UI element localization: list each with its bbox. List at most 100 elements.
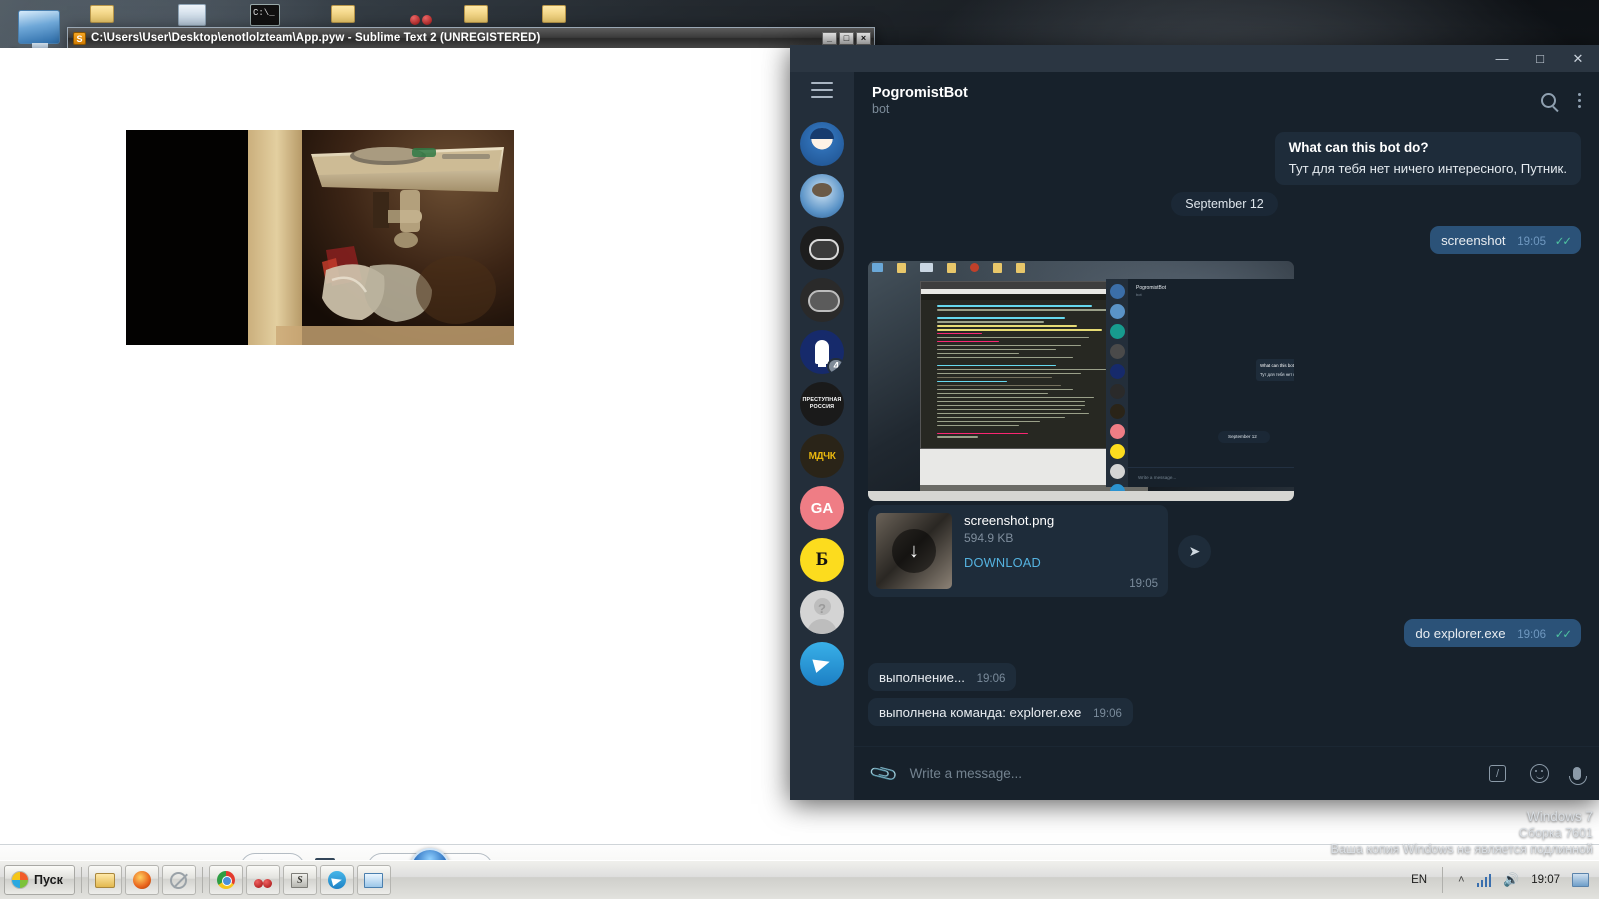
emoji-icon[interactable] xyxy=(1530,764,1549,783)
telegram-main: 4 ПРЕСТУПНАЯ РОССИЯ МДЧК GA Б ? Pogromis… xyxy=(790,72,1599,800)
chat-avatar-b3[interactable]: Б xyxy=(800,538,844,582)
photo-image xyxy=(126,130,514,345)
firefox-icon xyxy=(132,871,151,889)
chat-header-actions[interactable] xyxy=(1541,92,1581,108)
avatar-label: ? xyxy=(818,600,826,616)
chat-avatar-unknown[interactable]: ? xyxy=(800,590,844,634)
close-button[interactable]: ✕ xyxy=(1559,45,1597,72)
explorer-icon xyxy=(94,872,115,888)
desktop-mini-folder-4[interactable] xyxy=(542,5,566,23)
taskbar-divider xyxy=(201,867,203,893)
system-tray[interactable]: EN ˄ 🔊 19:07 xyxy=(1411,867,1595,893)
avatar-label: Б xyxy=(815,549,829,570)
read-receipt-icon: ✓✓ xyxy=(1554,629,1572,641)
minimize-button[interactable]: _ xyxy=(822,31,837,45)
chat-avatar-prestupnaya-rossiya[interactable]: ПРЕСТУПНАЯ РОССИЯ xyxy=(800,382,844,426)
close-button[interactable]: × xyxy=(856,31,871,45)
language-indicator[interactable]: EN xyxy=(1411,874,1427,886)
message-input[interactable]: Write a message... xyxy=(910,766,1475,781)
sublime-app-icon: S xyxy=(73,31,86,45)
composer-actions[interactable]: / xyxy=(1489,764,1587,785)
network-icon[interactable] xyxy=(1476,873,1492,887)
sublime-titlebar[interactable]: S C:\Users\User\Desktop\enotlolzteam\App… xyxy=(68,28,874,48)
telegram-titlebar[interactable]: — □ ✕ xyxy=(790,45,1599,72)
tray-divider xyxy=(1442,867,1444,893)
download-arrow-icon[interactable]: ↓ xyxy=(892,529,936,573)
chat-avatar-mdchk[interactable]: МДЧК xyxy=(800,434,844,478)
minimize-button[interactable]: — xyxy=(1483,45,1521,72)
message-text: do explorer.exe xyxy=(1415,626,1506,641)
clock[interactable]: 19:07 xyxy=(1531,874,1560,886)
windows-photo-viewer-window[interactable]: capture.jpg - Средство просмотра фотогра… xyxy=(0,20,1599,899)
sublime-window-controls[interactable]: _ □ × xyxy=(822,31,874,45)
taskbar-button-chrome[interactable] xyxy=(208,865,243,895)
taskbar-button-photoviewer[interactable] xyxy=(356,865,391,895)
taskbar-button-explorer[interactable] xyxy=(87,865,122,895)
message-row-file: ↓ screenshot.png 594.9 KB DOWNLOAD 19:05… xyxy=(868,505,1581,597)
incoming-message-bubble: выполнена команда: explorer.exe 19:06 xyxy=(868,698,1133,726)
telegram-icon xyxy=(327,871,346,889)
computer-icon xyxy=(18,10,60,50)
chat-title: PogromistBot xyxy=(872,84,968,101)
chat-avatar-1[interactable] xyxy=(800,122,844,166)
start-label: Пуск xyxy=(34,873,63,887)
chat-avatar-pogromistbot[interactable] xyxy=(800,226,844,270)
bot-intro-bubble: What can this bot do? Тут для тебя нет н… xyxy=(1274,132,1581,185)
chat-avatar-ga[interactable]: GA xyxy=(800,486,844,530)
telegram-window[interactable]: — □ ✕ 4 ПРЕСТУПНАЯ РОССИЯ МДЧК GA Б ? Po… xyxy=(790,45,1599,800)
message-time: 19:06 xyxy=(1093,708,1122,720)
volume-icon[interactable]: 🔊 xyxy=(1503,872,1519,888)
download-link[interactable]: DOWNLOAD xyxy=(964,555,1054,570)
taskbar-button-firefox[interactable] xyxy=(124,865,159,895)
desktop-mini-folder-1[interactable] xyxy=(90,5,114,23)
message-list[interactable]: What can this bot do? Тут для тебя нет н… xyxy=(854,128,1599,746)
desktop-mini-folder-3[interactable] xyxy=(464,5,488,23)
chat-rail[interactable]: 4 ПРЕСТУПНАЯ РОССИЯ МДЧК GA Б ? xyxy=(790,72,854,800)
bot-answer: Тут для тебя нет ничего интересного, Пут… xyxy=(1288,161,1567,176)
message-time: 19:05 xyxy=(1517,236,1547,248)
microphone-icon[interactable] xyxy=(1569,767,1587,785)
start-button[interactable]: Пуск xyxy=(4,865,75,895)
file-message-card[interactable]: ↓ screenshot.png 594.9 KB DOWNLOAD 19:05 xyxy=(868,505,1168,597)
message-row: выполнение... 19:06 xyxy=(868,663,1581,691)
paperclip-icon[interactable]: 📎 xyxy=(867,757,900,790)
desktop-mini-folder-2[interactable] xyxy=(331,5,355,23)
message-time: 19:05 xyxy=(1129,578,1158,590)
taskbar-button-cherrytree[interactable] xyxy=(245,865,280,895)
chat-avatar-2[interactable] xyxy=(800,174,844,218)
chat-avatar-keyhole[interactable]: 4 xyxy=(800,330,844,374)
windows-activation-watermark: Windows 7 Сборка 7601 Ваша копия Windows… xyxy=(1331,809,1593,857)
photo-message[interactable]: PogromistBot bot What can this bot do? Т… xyxy=(868,261,1294,501)
noscript-icon xyxy=(170,871,188,889)
forward-button[interactable]: ➤ xyxy=(1178,534,1211,568)
slash-command-icon[interactable]: / xyxy=(1489,765,1506,782)
show-hidden-icons-icon[interactable]: ˄ xyxy=(1458,874,1464,886)
windows-taskbar[interactable]: Пуск S EN ˄ 🔊 19:07 xyxy=(0,860,1599,899)
bot-question: What can this bot do? xyxy=(1288,140,1429,155)
show-desktop-button[interactable] xyxy=(1572,873,1589,887)
chat-avatar-telegram[interactable] xyxy=(800,642,844,686)
taskbar-button-sublime[interactable]: S xyxy=(282,865,317,895)
message-text: выполнение... xyxy=(879,670,965,685)
maximize-button[interactable]: □ xyxy=(1521,45,1559,72)
file-size: 594.9 KB xyxy=(964,531,1014,545)
message-text: screenshot xyxy=(1441,233,1506,248)
desktop-mini-cmd-icon[interactable]: C:\_ xyxy=(250,4,280,26)
menu-hamburger-icon[interactable] xyxy=(811,82,833,98)
taskbar-button-telegram[interactable] xyxy=(319,865,354,895)
chat-panel: PogromistBot bot What can this bot do? Т… xyxy=(854,72,1599,800)
incoming-message-bubble: выполнение... 19:06 xyxy=(868,663,1017,691)
taskbar-button-noscript[interactable] xyxy=(161,865,196,895)
file-thumbnail: ↓ xyxy=(876,513,952,589)
watermark-line3: Ваша копия Windows не является подлинной xyxy=(1330,842,1593,856)
desktop-mini-app-icon[interactable] xyxy=(178,4,206,26)
more-vertical-icon[interactable] xyxy=(1578,92,1581,108)
chat-avatar-4[interactable] xyxy=(800,278,844,322)
maximize-button[interactable]: □ xyxy=(839,31,854,45)
chrome-icon xyxy=(216,871,235,889)
desktop-mini-cherry-icon[interactable] xyxy=(410,5,432,25)
message-composer[interactable]: 📎 Write a message... / xyxy=(854,746,1599,800)
watermark-line1: Windows 7 xyxy=(1526,809,1593,824)
search-icon[interactable] xyxy=(1541,92,1556,108)
photo-viewer-icon xyxy=(364,872,384,888)
